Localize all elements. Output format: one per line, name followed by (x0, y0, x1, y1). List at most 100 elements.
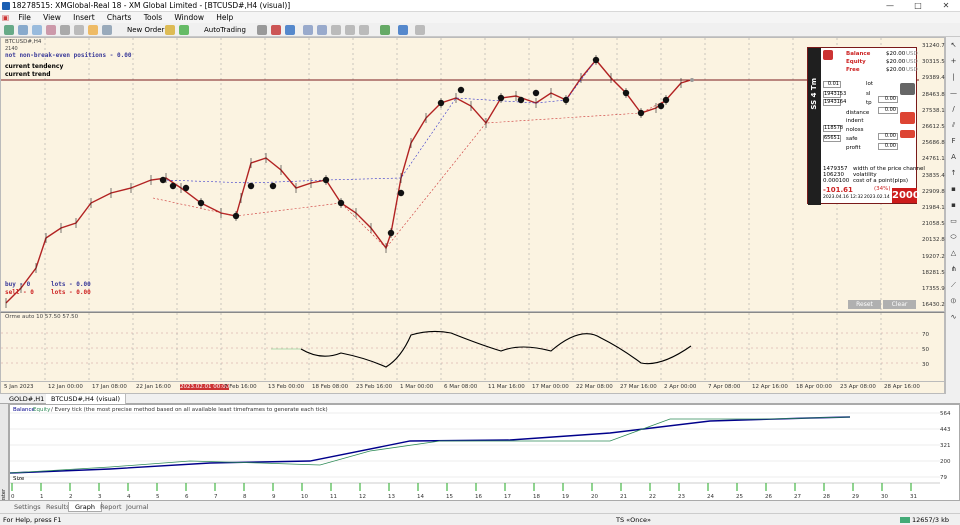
menu-help[interactable]: Help (211, 12, 238, 23)
trade-marker (437, 99, 445, 107)
ellipse-icon[interactable]: ⬭ (949, 233, 958, 242)
trade-marker (457, 86, 465, 94)
free-value: $20.00 (886, 67, 906, 73)
time-tick: 7 Apr 08:00 (708, 384, 741, 390)
periods-icon[interactable] (398, 25, 408, 35)
tab-journal[interactable]: Journal (120, 502, 154, 512)
buy-arrow-icon[interactable] (900, 83, 915, 95)
indicator-label: Orme auto 10 57.50 57.50 (5, 314, 79, 320)
lot-input[interactable]: 0.01 (823, 81, 841, 88)
reset-button[interactable]: Reset (848, 300, 881, 309)
menu-insert[interactable]: Insert (68, 12, 100, 23)
rectangle-icon[interactable]: ▭ (949, 217, 958, 226)
vertical-line-icon[interactable]: | (949, 73, 958, 82)
menu-view[interactable]: View (38, 12, 66, 23)
new-chart-icon[interactable] (4, 25, 14, 35)
price-chart[interactable]: BTCUSD#,H4 2140 not non-break-even posit… (0, 37, 945, 313)
channel-icon[interactable]: ⫽ (949, 121, 958, 130)
cursor-icon[interactable]: ↖ (949, 41, 958, 50)
autotrading-button[interactable]: AutoTrading (193, 25, 246, 35)
minimize-button[interactable]: — (876, 0, 904, 12)
candlestick-icon[interactable] (271, 25, 281, 35)
triangle-icon[interactable]: △ (949, 249, 958, 258)
menu-window[interactable]: Window (169, 12, 209, 23)
navigator-icon[interactable] (60, 25, 70, 35)
loss-value: -101.61 (823, 186, 853, 194)
zoom-in-icon[interactable] (303, 25, 313, 35)
close-sell-icon[interactable] (900, 130, 915, 138)
distance-label: distance (846, 110, 870, 116)
free-label: Free (846, 67, 860, 73)
safe-input[interactable]: 65651 (823, 135, 841, 142)
strategy-tester-icon[interactable] (88, 25, 98, 35)
period-h1-icon[interactable]: ▪ (949, 185, 958, 194)
pitchfork-icon[interactable]: ⋔ (949, 265, 958, 274)
time-tick: 2023.02.01 00:00 (180, 384, 230, 390)
value-input-3[interactable]: 0.00 (878, 133, 898, 140)
time-axis: 5 Jan 2023 12 Jan 00:00 17 Jan 08:00 22 Jan… (0, 382, 945, 394)
horizontal-line-icon[interactable]: — (949, 89, 958, 98)
profiles-icon[interactable] (18, 25, 28, 35)
legend-equity: Equity (33, 407, 51, 413)
tp-price-input[interactable]: 1943164 (823, 99, 846, 106)
trade-marker (322, 176, 330, 184)
indicators-icon[interactable] (380, 25, 390, 35)
sl-price-input[interactable]: 1943153 (823, 91, 846, 98)
line-chart-icon[interactable] (285, 25, 295, 35)
data-window-icon[interactable] (46, 25, 56, 35)
sell-arrow-icon[interactable] (900, 112, 915, 124)
metaeditor-icon[interactable] (165, 25, 175, 35)
connection-icon (900, 517, 910, 523)
options-icon[interactable] (102, 25, 112, 35)
chart-menu-icon[interactable]: ▣ (0, 12, 11, 23)
time-tick: 12 Apr 16:00 (752, 384, 788, 390)
time-tick: 2 Apr 00:00 (664, 384, 697, 390)
arrows-icon[interactable]: ↑ (949, 169, 958, 178)
value-input-1[interactable]: 0.00 (878, 96, 898, 103)
close-button[interactable]: ✕ (932, 0, 960, 12)
status-bar: For Help, press F1 TS «Once» 12657/3 kb (0, 513, 960, 525)
lots-sell: lots - 0.00 (51, 289, 91, 296)
noloss-input[interactable]: 118578 (823, 125, 843, 132)
time-tick: 17 Jan 08:00 (92, 384, 127, 390)
new-order-button[interactable]: New Order (116, 25, 164, 35)
tester-graph[interactable]: 564 443 321 200 79 0 1 2 3 4 5 6 7 8 9 10 11 12 13 14 15 16 17… (9, 404, 960, 501)
menu-charts[interactable]: Charts (102, 12, 137, 23)
clear-button[interactable]: Clear (883, 300, 916, 309)
maximize-button[interactable]: □ (904, 0, 932, 12)
time-tick: 13 Feb 00:00 (268, 384, 305, 390)
zoom-out-icon[interactable] (317, 25, 327, 35)
tile-windows-icon[interactable] (331, 25, 341, 35)
panel-close-icon[interactable] (823, 50, 833, 60)
menu-tools[interactable]: Tools (139, 12, 167, 23)
fibonacci-icon[interactable]: F (949, 137, 958, 146)
tab-gold-h1[interactable]: GOLD#,H1 (4, 394, 51, 404)
trade-marker (592, 56, 600, 64)
chart-shift-icon[interactable] (359, 25, 369, 35)
indicator-window[interactable]: Orme auto 10 57.50 57.50 70 50 30 (0, 312, 945, 383)
trade-marker (397, 189, 405, 197)
bar-chart-icon[interactable] (257, 25, 267, 35)
trendline-icon[interactable]: / (949, 105, 958, 114)
tester-y-tick: 200 (940, 459, 951, 465)
tester-y-tick: 321 (940, 443, 951, 449)
crosshair-icon[interactable]: + (949, 57, 958, 66)
period-h4-icon[interactable]: ▪ (949, 201, 958, 210)
tester-y-tick: 79 (940, 475, 947, 481)
wave-icon[interactable]: ∿ (949, 313, 958, 322)
terminal-icon[interactable] (74, 25, 84, 35)
trade-marker (337, 199, 345, 207)
time-tick: 22 Jan 16:00 (136, 384, 171, 390)
menu-file[interactable]: File (13, 12, 36, 23)
cycle-icon[interactable]: ⦶ (949, 297, 958, 306)
market-watch-icon[interactable] (32, 25, 42, 35)
autoscroll-icon[interactable] (345, 25, 355, 35)
value-input-2[interactable]: 0.00 (878, 107, 898, 114)
text-icon[interactable]: A (949, 153, 958, 162)
tab-btcusd-h4[interactable]: BTCUSD#,H4 (visual) (46, 394, 127, 404)
templates-icon[interactable] (415, 25, 425, 35)
auto-icon[interactable] (179, 25, 189, 35)
gann-icon[interactable]: ⟋ (949, 281, 958, 290)
value-input-4[interactable]: 0.00 (878, 143, 898, 150)
noloss-label: noloss (846, 127, 864, 133)
